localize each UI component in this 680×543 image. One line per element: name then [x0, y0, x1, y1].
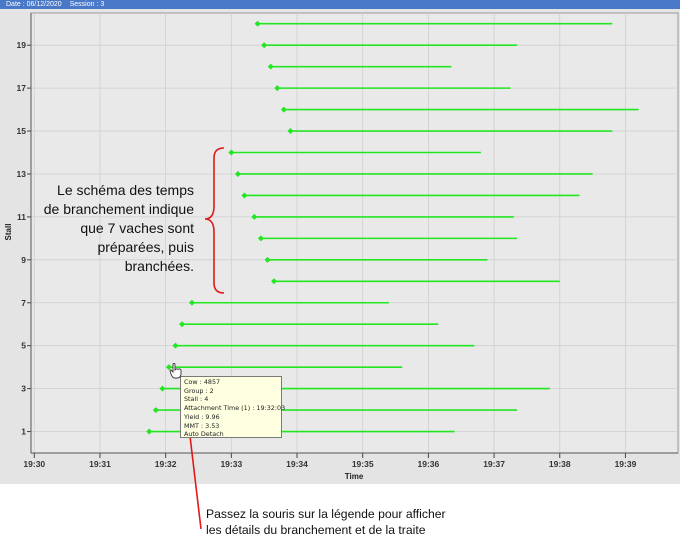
x-tick-label: 19:39	[615, 459, 637, 469]
hand-cursor-icon	[169, 363, 182, 379]
annotation-line: branchées.	[124, 258, 194, 274]
callout-line: Passez la souris sur la légende pour aff…	[206, 507, 446, 521]
y-tick-label: 1	[21, 427, 26, 437]
y-tick-label: 5	[21, 341, 26, 351]
x-tick-label: 19:32	[155, 459, 177, 469]
y-tick-label: 13	[17, 169, 27, 179]
tooltip-attachment-time: Attachment Time (1) : 19:32:03	[184, 404, 286, 413]
x-tick-label: 19:37	[483, 459, 505, 469]
callout-text: Passez la souris sur la légende pour aff…	[206, 506, 480, 538]
cow-details-tooltip: Cow : 4857 Group : 2 Stall : 4 Attachmen…	[180, 376, 286, 439]
annotation-line: préparées, puis	[97, 239, 194, 255]
y-tick-label: 3	[21, 384, 26, 394]
y-tick-label: 9	[21, 255, 26, 265]
tooltip-cow: Cow : 4857	[184, 378, 221, 386]
tooltip-stall: Stall : 4	[184, 395, 209, 404]
x-axis-title: Time	[345, 472, 364, 481]
annotation-line: que 7 vaches sont	[80, 220, 194, 236]
y-tick-label: 7	[21, 298, 26, 308]
annotation-text: Le schéma des temps de branchement indiq…	[40, 181, 194, 276]
y-tick-label: 17	[17, 83, 27, 93]
y-tick-label: 19	[17, 40, 27, 50]
x-tick-label: 19:33	[220, 459, 242, 469]
tooltip-mmt: MMT : 3.53	[184, 421, 220, 430]
annotation-line: de branchement indique	[43, 201, 194, 217]
tooltip-auto-detach: Auto Detach	[184, 430, 224, 439]
x-tick-label: 19:30	[23, 459, 45, 469]
tooltip-yield: Yield : 9.96	[184, 412, 220, 421]
annotation-line: Le schéma des temps	[57, 182, 194, 198]
x-tick-label: 19:31	[89, 459, 111, 469]
y-tick-label: 15	[17, 126, 27, 136]
x-tick-label: 19:35	[352, 459, 374, 469]
x-tick-label: 19:34	[286, 459, 308, 469]
callout-line: les détails du branchement et de la trai…	[206, 523, 426, 537]
x-tick-label: 19:38	[549, 459, 571, 469]
x-tick-label: 19:36	[418, 459, 440, 469]
y-axis-title: Stall	[4, 224, 13, 241]
y-tick-label: 11	[17, 212, 26, 222]
tooltip-group: Group : 2	[184, 386, 214, 395]
